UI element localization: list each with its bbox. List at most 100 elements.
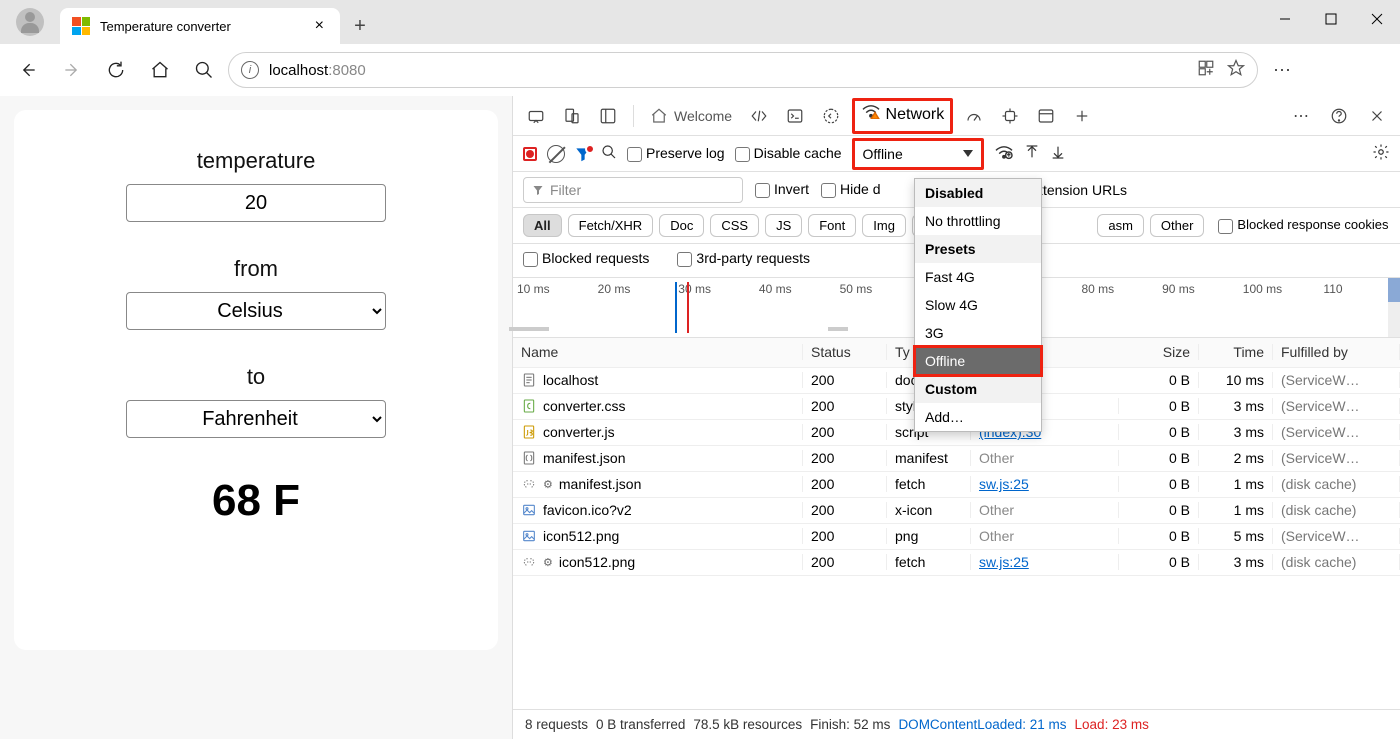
clear-button[interactable] [547,145,565,163]
temperature-input[interactable] [126,184,386,222]
devtools-help-icon[interactable] [1324,101,1354,131]
table-row[interactable]: manifest.json 200 manifest Other 0 B 2 m… [513,446,1400,472]
hide-data-urls-checkbox[interactable]: Hide d [821,181,880,198]
devtools-more-icon[interactable]: ⋯ [1286,101,1316,131]
throttling-value: Offline [863,146,903,162]
search-network-icon[interactable] [601,144,617,163]
refresh-button[interactable] [96,50,136,90]
footer-transferred: 0 B transferred [596,717,685,732]
tab-title: Temperature converter [100,19,311,34]
forward-button[interactable] [52,50,92,90]
network-status-bar: 8 requests 0 B transferred 78.5 kB resou… [513,709,1400,739]
download-har-icon[interactable] [1050,144,1066,163]
favicon-icon [72,17,90,35]
home-button[interactable] [140,50,180,90]
dropdown-group-presets: Presets [915,235,1041,263]
blocked-cookies-checkbox[interactable]: Blocked response cookies [1218,217,1388,233]
throttling-select[interactable]: Offline [852,138,984,170]
elements-icon[interactable] [744,101,774,131]
table-row[interactable]: ⚙ manifest.json 200 fetch sw.js:25 0 B 1… [513,472,1400,498]
col-size[interactable]: Size [1119,344,1199,360]
table-row[interactable]: favicon.ico?v2 200 x-icon Other 0 B 1 ms… [513,498,1400,524]
preserve-log-checkbox[interactable]: Preserve log [627,145,725,162]
search-button[interactable] [184,50,224,90]
performance-icon[interactable] [959,101,989,131]
tab-network-label: Network [886,106,945,123]
new-tab-button[interactable]: + [340,8,380,44]
dock-icon[interactable] [593,101,623,131]
close-window-button[interactable] [1354,0,1400,38]
tab-welcome-label: Welcome [674,108,732,124]
memory-icon[interactable] [995,101,1025,131]
network-conditions-icon[interactable] [994,144,1014,163]
chip-doc[interactable]: Doc [659,214,704,237]
dropdown-fast-4g[interactable]: Fast 4G [915,263,1041,291]
site-info-icon[interactable]: i [241,61,259,79]
favorites-icon[interactable] [1227,59,1245,82]
device-toggle-icon[interactable] [557,101,587,131]
table-row[interactable]: icon512.png 200 png Other 0 B 5 ms (Serv… [513,524,1400,550]
sources-icon[interactable] [816,101,846,131]
footer-finish: Finish: 52 ms [810,717,890,732]
dropdown-add[interactable]: Add… [915,403,1041,431]
maximize-button[interactable] [1308,0,1354,38]
back-button[interactable] [8,50,48,90]
network-toolbar: Preserve log Disable cache Offline [513,136,1400,172]
extensions-icon[interactable] [1197,59,1215,82]
result-text: 68 F [212,476,300,526]
dropdown-slow-4g[interactable]: Slow 4G [915,291,1041,319]
dropdown-group-custom: Custom [915,375,1041,403]
application-icon[interactable] [1031,101,1061,131]
col-name[interactable]: Name [513,344,803,360]
invert-checkbox[interactable]: Invert [755,181,809,198]
filter-toggle-icon[interactable] [575,146,591,162]
table-row[interactable]: ⚙ icon512.png 200 fetch sw.js:25 0 B 3 m… [513,550,1400,576]
footer-requests: 8 requests [525,717,588,732]
from-label: from [234,256,278,282]
chip-all[interactable]: All [523,214,562,237]
chip-css[interactable]: CSS [710,214,759,237]
col-time[interactable]: Time [1199,344,1273,360]
url-text: localhost:8080 [269,62,366,79]
browser-tab[interactable]: Temperature converter × [60,8,340,44]
chip-js[interactable]: JS [765,214,802,237]
chevron-down-icon [963,150,973,157]
to-select[interactable]: Fahrenheit [126,400,386,438]
third-party-checkbox[interactable]: 3rd-party requests [677,250,810,267]
col-fulfilled[interactable]: Fulfilled by [1273,344,1400,360]
more-tabs-icon[interactable] [1067,101,1097,131]
url-input[interactable]: i localhost:8080 [228,52,1258,88]
chip-fetch[interactable]: Fetch/XHR [568,214,654,237]
footer-dcl: DOMContentLoaded: 21 ms [898,717,1066,732]
converter-card: temperature from Celsius to Fahrenheit 6… [14,110,498,650]
chip-img[interactable]: Img [862,214,906,237]
temperature-label: temperature [197,148,316,174]
dropdown-3g[interactable]: 3G [915,319,1041,347]
chip-font[interactable]: Font [808,214,856,237]
tab-close-icon[interactable]: × [311,17,328,35]
network-settings-icon[interactable] [1372,143,1390,164]
from-select[interactable]: Celsius [126,292,386,330]
devtools-close-icon[interactable] [1362,101,1392,131]
inspect-icon[interactable] [521,101,551,131]
console-icon[interactable] [780,101,810,131]
dropdown-group-disabled: Disabled [915,179,1041,207]
disable-cache-checkbox[interactable]: Disable cache [735,145,842,162]
chip-other[interactable]: Other [1150,214,1205,237]
blocked-requests-checkbox[interactable]: Blocked requests [523,250,649,267]
profile-avatar[interactable] [16,8,44,36]
col-status[interactable]: Status [803,344,887,360]
devtools-tab-strip: Welcome Network ⋯ [513,96,1400,136]
footer-resources: 78.5 kB resources [693,717,802,732]
browser-menu-button[interactable]: ⋯ [1262,60,1302,81]
chip-wasm[interactable]: asm [1097,214,1144,237]
upload-har-icon[interactable] [1024,144,1040,163]
timeline-scrollbar[interactable] [1388,278,1400,337]
tab-welcome[interactable]: Welcome [644,101,738,131]
filter-input[interactable]: Filter [523,177,743,203]
dropdown-offline[interactable]: Offline [915,347,1041,375]
minimize-button[interactable] [1262,0,1308,38]
record-button[interactable] [523,147,537,161]
dropdown-no-throttling[interactable]: No throttling [915,207,1041,235]
tab-network[interactable]: Network [852,98,953,134]
